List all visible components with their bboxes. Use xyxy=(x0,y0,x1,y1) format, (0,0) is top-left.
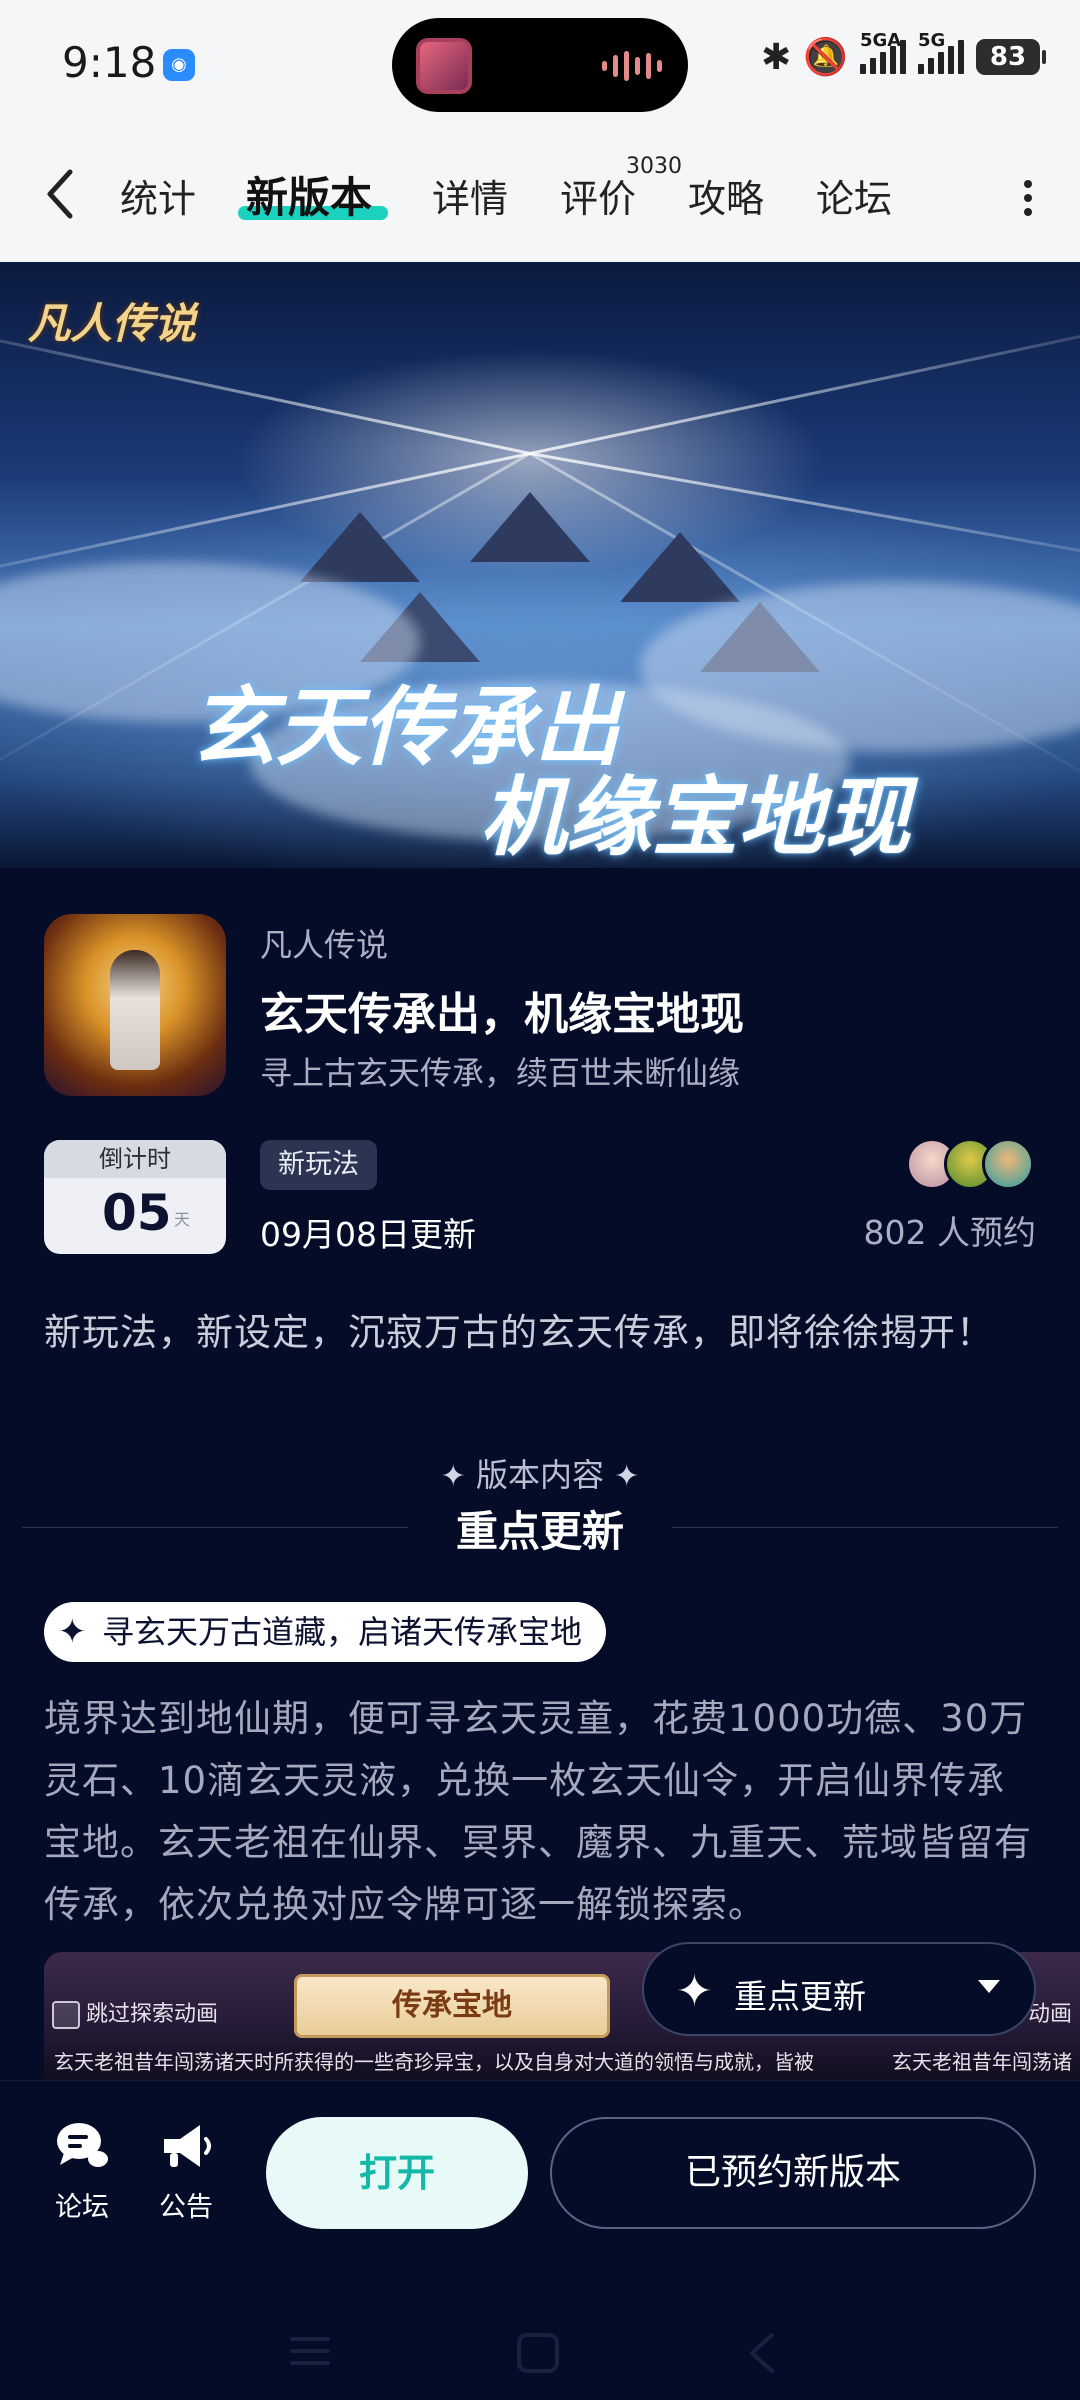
media-thumbnail xyxy=(416,38,472,94)
reservation-count: 802 人预约 xyxy=(863,1213,1036,1252)
countdown-days: 05 xyxy=(102,1184,172,1242)
update-summary: 新玩法，新设定，沉寂万古的玄天传承，即将徐徐揭开！ xyxy=(44,1311,994,1354)
preview-caption-right: 玄天老祖昔年闯荡诸 xyxy=(892,2050,1072,2074)
megaphone-icon xyxy=(164,2125,211,2167)
section-jump-button[interactable]: ✦ 重点更新 xyxy=(642,1942,1036,2036)
status-icons: ✱ 🔕 5GA 5G 83 xyxy=(761,30,1046,78)
countdown-unit: 天 xyxy=(174,1210,191,1229)
mute-bell-icon: 🔕 xyxy=(803,37,848,78)
bottom-action-bar: 论坛 公告 打开 已预约新版本 xyxy=(0,2080,1080,2400)
tab-forum[interactable]: 论坛 xyxy=(816,168,892,223)
review-count-badge: 3030 xyxy=(626,154,682,179)
chevron-left-icon xyxy=(47,169,73,219)
highlight-pill: ✦ 寻玄天万古道藏，启诸天传承宝地 xyxy=(44,1602,607,1662)
section-jump-label: 重点更新 xyxy=(734,1977,866,2016)
banner-title-line2: 机缘宝地现 xyxy=(480,767,910,868)
open-game-button[interactable]: 打开 xyxy=(266,2117,528,2229)
tab-guides[interactable]: 攻略 xyxy=(688,168,764,223)
section-kicker-label: 版本内容 xyxy=(475,1456,604,1494)
reserved-version-button[interactable]: 已预约新版本 xyxy=(550,2117,1036,2229)
update-subtitle: 寻上古玄天传承，续百世未断仙缘 xyxy=(260,1054,741,1092)
app-notification-icon: ◉ xyxy=(163,49,195,81)
game-name: 凡人传说 xyxy=(260,926,389,964)
tab-stats[interactable]: 统计 xyxy=(120,168,196,223)
top-nav: 统计 新版本 详情 评价 3030 攻略 论坛 xyxy=(0,130,1080,262)
reserver-avatars[interactable] xyxy=(906,1138,1036,1192)
status-bar: 9:18 ◉ ✱ 🔕 5GA 5G 83 xyxy=(0,0,1080,130)
countdown-label: 倒计时 xyxy=(44,1140,226,1178)
dynamic-island[interactable] xyxy=(392,18,688,112)
version-banner[interactable]: 凡人传说 玄天传承出 机缘宝地现 xyxy=(0,262,1080,868)
notice-button[interactable]: 公告 xyxy=(146,2119,226,2224)
update-title: 玄天传承出，机缘宝地现 xyxy=(260,989,744,1040)
skip-animation-toggle[interactable]: 跳过探索动画 xyxy=(52,1996,218,2029)
scroll-title: 传承宝地 xyxy=(294,1974,610,2038)
status-time: 9:18 xyxy=(62,38,157,87)
home-icon[interactable] xyxy=(514,2331,562,2375)
sparkle-icon: ✦ xyxy=(676,1966,713,2017)
back-button[interactable] xyxy=(40,164,96,226)
sparkle-icon: ✦ xyxy=(58,1612,87,1652)
sparkle-icon: ✦ xyxy=(614,1459,640,1494)
avatar xyxy=(982,1138,1034,1190)
system-back-icon[interactable] xyxy=(742,2331,782,2375)
more-options-button[interactable] xyxy=(1016,174,1040,222)
forum-label: 论坛 xyxy=(55,2192,109,2223)
battery-indicator: 83 xyxy=(976,39,1046,75)
new-gameplay-tag: 新玩法 xyxy=(260,1140,377,1190)
forum-button[interactable]: 论坛 xyxy=(42,2119,122,2224)
menu-icon[interactable] xyxy=(286,2331,334,2371)
highlight-text: 寻玄天万古道藏，启诸天传承宝地 xyxy=(102,1613,583,1651)
caret-down-icon xyxy=(978,1980,1000,1993)
audio-wave-icon xyxy=(602,50,662,82)
tab-reviews[interactable]: 评价 xyxy=(560,168,636,223)
section-kicker: ✦ 版本内容 ✦ xyxy=(0,1450,1080,1496)
tab-details[interactable]: 详情 xyxy=(432,168,508,223)
countdown-card: 倒计时 05 天 xyxy=(44,1140,226,1254)
signal-5ga-icon: 5GA xyxy=(860,30,906,74)
preview-caption: 玄天老祖昔年闯荡诸天时所获得的一些奇珍异宝，以及自身对大道的领悟与成就，皆被 xyxy=(54,2050,814,2074)
forum-chat-icon xyxy=(57,2123,108,2167)
game-logo: 凡人传说 xyxy=(28,299,197,348)
preview-skip-label-right: 动画 xyxy=(1028,2002,1073,2027)
game-icon[interactable] xyxy=(44,914,226,1096)
notice-label: 公告 xyxy=(159,2192,213,2223)
signal-5g-icon: 5G xyxy=(918,30,964,74)
update-description: 境界达到地仙期，便可寻玄天灵童，花费1000功德、30万灵石、10滴玄天灵液，兑… xyxy=(44,1697,1032,1926)
update-date: 09月08日更新 xyxy=(260,1215,476,1254)
bluetooth-icon: ✱ xyxy=(761,36,792,78)
section-title: 重点更新 xyxy=(455,1507,624,1556)
tab-new-version[interactable]: 新版本 xyxy=(246,164,372,225)
sparkle-icon: ✦ xyxy=(440,1459,466,1494)
